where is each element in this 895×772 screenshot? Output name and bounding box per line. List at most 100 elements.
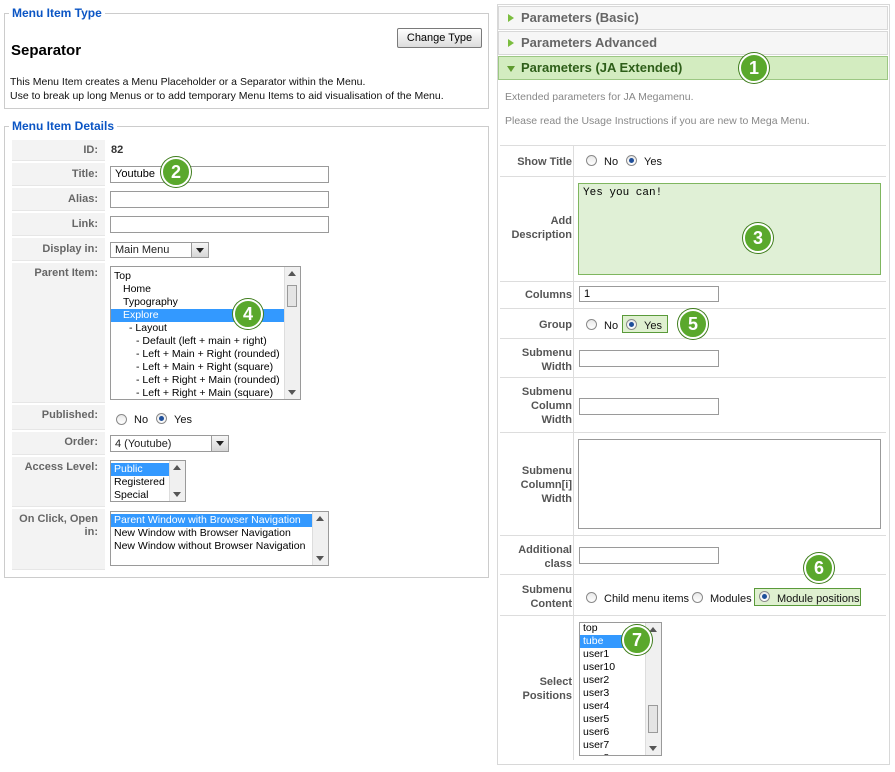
add-description-textarea[interactable]: Yes you can!: [578, 183, 881, 275]
scroll-up-icon[interactable]: [316, 516, 324, 521]
scrollbar[interactable]: [169, 461, 185, 501]
order-select[interactable]: 4 (Youtube): [110, 435, 229, 452]
link-input[interactable]: [110, 216, 329, 233]
submenu-columni-width-label: Submenu Column[i] Width: [500, 464, 572, 506]
divider: [500, 432, 886, 433]
scrollbar[interactable]: [312, 512, 328, 565]
submenu-column-width-label-3: Width: [541, 414, 572, 426]
modules-label: Modules: [710, 593, 752, 605]
scroll-thumb[interactable]: [648, 705, 658, 733]
add-description-label-1: Add: [550, 215, 572, 227]
scroll-down-icon[interactable]: [316, 556, 324, 561]
menu-type-title: Separator: [11, 42, 82, 59]
show-title-yes-label: Yes: [644, 156, 662, 168]
published-no-radio[interactable]: [116, 414, 127, 425]
list-item[interactable]: Typography: [111, 296, 300, 309]
panel-basic-title: Parameters (Basic): [521, 10, 639, 25]
group-no-radio[interactable]: [586, 319, 597, 330]
display-in-select[interactable]: Main Menu: [110, 242, 209, 258]
scrollbar[interactable]: [284, 267, 300, 399]
list-item[interactable]: - Left + Main + Right (square): [111, 361, 300, 374]
list-item[interactable]: - Layout: [111, 322, 300, 335]
alias-label: Alias:: [12, 188, 105, 211]
list-item[interactable]: Home: [111, 283, 300, 296]
list-item-selected[interactable]: Explore: [111, 309, 294, 322]
list-item[interactable]: Top: [111, 270, 300, 283]
columns-label: Columns: [524, 289, 572, 301]
chevron-right-icon: [508, 14, 514, 22]
panel-parameters-basic[interactable]: Parameters (Basic): [498, 6, 888, 30]
list-item[interactable]: - Left + Right + Main (rounded): [111, 374, 300, 387]
published-yes-radio[interactable]: [156, 413, 167, 424]
panel-parameters-advanced[interactable]: Parameters Advanced: [498, 31, 888, 55]
list-item-selected[interactable]: Public: [111, 463, 169, 476]
submenu-columni-width-label-3: Width: [541, 493, 572, 505]
columns-input[interactable]: 1: [579, 286, 719, 302]
menu-type-description-line2: Use to break up long Menus or to add tem…: [10, 90, 444, 102]
callout-badge-5: 5: [678, 309, 708, 339]
group-yes-label: Yes: [644, 320, 662, 332]
group-label: Group: [539, 319, 572, 331]
display-in-value: Main Menu: [115, 244, 170, 256]
chevron-down-icon[interactable]: [191, 243, 208, 257]
panel-ja-title: Parameters (JA Extended): [521, 60, 683, 75]
submenu-column-width-label-1: Submenu: [521, 386, 572, 398]
divider: [500, 535, 886, 536]
scroll-up-icon[interactable]: [173, 465, 181, 470]
list-item[interactable]: - Left + Main + Right (rounded): [111, 348, 300, 361]
submenu-columni-width-label-1: Submenu: [521, 465, 572, 477]
show-title-no-radio[interactable]: [586, 155, 597, 166]
on-click-list[interactable]: Parent Window with Browser Navigation Ne…: [110, 511, 329, 566]
scroll-down-icon[interactable]: [288, 390, 296, 395]
select-positions-label-2: Positions: [522, 690, 572, 702]
chevron-right-icon: [508, 39, 514, 47]
submenu-column-width-label-2: Column: [531, 400, 572, 412]
chevron-down-icon[interactable]: [211, 436, 228, 451]
add-description-label-2: Description: [511, 229, 572, 241]
submenu-width-input[interactable]: [579, 350, 719, 367]
alias-input[interactable]: [110, 191, 329, 208]
id-value: 82: [111, 144, 124, 156]
scroll-up-icon[interactable]: [288, 271, 296, 276]
ja-intro-line1: Extended parameters for JA Megamenu.: [505, 91, 694, 103]
divider: [573, 146, 574, 760]
panel-parameters-ja-extended[interactable]: Parameters (JA Extended): [498, 56, 888, 80]
group-yes-radio[interactable]: [626, 319, 637, 330]
submenu-columni-width-textarea[interactable]: [578, 439, 881, 529]
divider: [500, 615, 886, 616]
show-title-label: Show Title: [517, 156, 572, 168]
list-item[interactable]: - Default (left + main + right): [111, 335, 300, 348]
scroll-down-icon[interactable]: [173, 492, 181, 497]
callout-badge-1: 1: [739, 53, 769, 83]
divider: [500, 176, 886, 177]
scroll-up-icon[interactable]: [649, 627, 657, 632]
select-positions-label: Select Positions: [500, 675, 572, 703]
access-level-list[interactable]: Public Registered Special: [110, 460, 186, 502]
submenu-width-label-1: Submenu: [521, 347, 572, 359]
id-label: ID:: [12, 140, 105, 161]
scroll-thumb[interactable]: [287, 285, 297, 307]
submenu-content-label-2: Content: [530, 598, 572, 610]
submenu-column-width-input[interactable]: [579, 398, 719, 415]
divider: [500, 145, 886, 146]
submenu-width-label: Submenu Width: [500, 346, 572, 374]
list-item[interactable]: - Left + Right + Main (square): [111, 387, 300, 399]
list-item[interactable]: New Window with Browser Navigation: [111, 527, 328, 540]
published-no-label: No: [134, 414, 149, 426]
list-item-selected[interactable]: Parent Window with Browser Navigation: [111, 514, 312, 527]
modules-radio[interactable]: [692, 592, 703, 603]
callout-badge-2: 2: [161, 157, 191, 187]
scroll-down-icon[interactable]: [649, 746, 657, 751]
show-title-yes-radio[interactable]: [626, 155, 637, 166]
title-label: Title:: [12, 163, 105, 186]
child-menu-items-radio[interactable]: [586, 592, 597, 603]
change-type-button[interactable]: Change Type: [397, 28, 482, 48]
parent-item-list[interactable]: Top Home Typography Explore - Layout - D…: [110, 266, 301, 400]
title-input[interactable]: Youtube: [110, 166, 329, 183]
divider: [500, 281, 886, 282]
callout-badge-4: 4: [233, 299, 263, 329]
ja-intro-line2: Please read the Usage Instructions if yo…: [505, 115, 810, 127]
list-item[interactable]: New Window without Browser Navigation: [111, 540, 328, 553]
module-positions-radio[interactable]: [759, 591, 770, 602]
additional-class-input[interactable]: [579, 547, 719, 564]
